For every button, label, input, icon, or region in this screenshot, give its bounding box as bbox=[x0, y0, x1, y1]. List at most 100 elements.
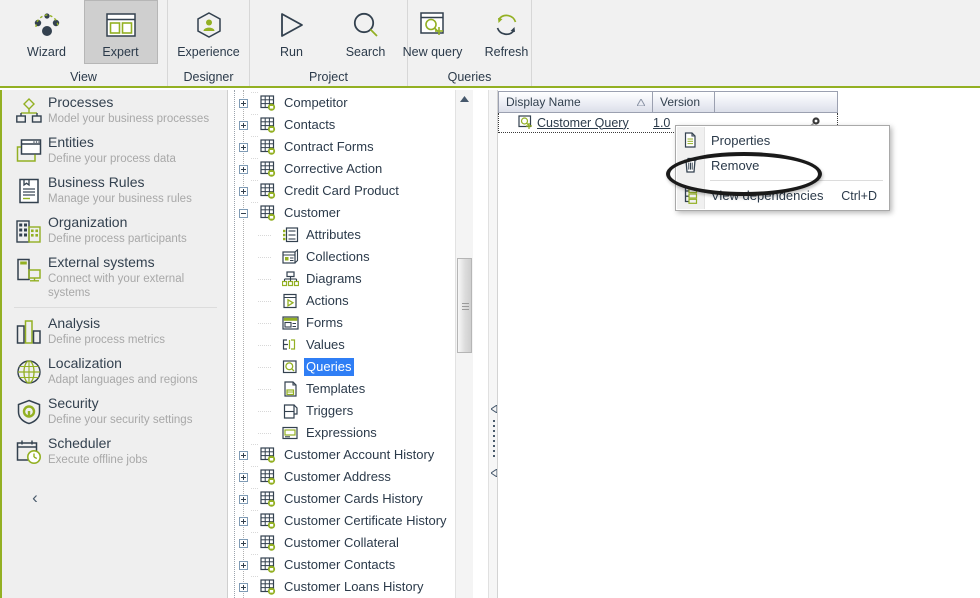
tree-node-customer-loans-history[interactable]: Customer Loans History bbox=[235, 576, 469, 598]
tree-node-values[interactable]: Values bbox=[235, 334, 469, 356]
sidebar-item-analysis[interactable]: Analysis Define process metrics bbox=[2, 311, 227, 351]
sidebar-item-security[interactable]: Security Define your security settings bbox=[2, 391, 227, 431]
tree-connector bbox=[251, 488, 259, 510]
sidebar-item-subtitle: Adapt languages and regions bbox=[48, 374, 198, 386]
tree-node-label: Contract Forms bbox=[284, 139, 374, 154]
tree-connector bbox=[251, 466, 259, 488]
tree-node-label: Templates bbox=[306, 381, 366, 396]
tree-node-actions[interactable]: Actions bbox=[235, 290, 469, 312]
tree-node-customer-collateral[interactable]: Customer Collateral bbox=[235, 532, 469, 554]
tree-node-expressions[interactable]: Expressions bbox=[235, 422, 469, 444]
tree-expander-plus[interactable] bbox=[235, 560, 251, 570]
sort-ascending-icon bbox=[637, 99, 645, 106]
tree-connector bbox=[251, 444, 259, 466]
context-menu-item-properties[interactable]: Properties bbox=[676, 128, 889, 153]
tree-node-customer-contacts[interactable]: Customer Contacts bbox=[235, 554, 469, 576]
tree-expander-plus[interactable] bbox=[235, 516, 251, 526]
ribbon-button-new-query[interactable]: New query bbox=[396, 0, 470, 64]
tree-node-contract-forms[interactable]: Contract Forms bbox=[235, 136, 469, 158]
scrollbar-thumb[interactable] bbox=[457, 258, 472, 353]
tree-node-competitor[interactable]: Competitor bbox=[235, 92, 469, 114]
tree-node-contacts[interactable]: Contacts bbox=[235, 114, 469, 136]
sidebar-item-localization[interactable]: Localization Adapt languages and regions bbox=[2, 351, 227, 391]
tree-expander-plus[interactable] bbox=[235, 142, 251, 152]
ribbon-button-search[interactable]: Search bbox=[329, 0, 403, 64]
tree-expander-plus[interactable] bbox=[235, 582, 251, 592]
tree-node-triggers[interactable]: Triggers bbox=[235, 400, 469, 422]
tree-node-collections[interactable]: Collections bbox=[235, 246, 469, 268]
tree-expander-plus[interactable] bbox=[235, 120, 251, 130]
context-menu-item-remove[interactable]: Remove bbox=[676, 153, 889, 178]
query-name-link[interactable]: Customer Query bbox=[537, 116, 629, 130]
ribbon-button-experience[interactable]: Experience bbox=[172, 0, 246, 64]
tree-expander-plus[interactable] bbox=[235, 186, 251, 196]
sidebar-item-entities[interactable]: Entities Define your process data bbox=[2, 130, 227, 170]
ribbon-group-view: Wizard Expert View bbox=[0, 0, 168, 86]
tree-node-corrective-action[interactable]: Corrective Action bbox=[235, 158, 469, 180]
application-window: Wizard Expert View Experience Designer Run Sea… bbox=[0, 0, 980, 598]
sidebar-item-external-systems[interactable]: External systems Connect with your extern… bbox=[2, 250, 227, 304]
grid-column-header[interactable] bbox=[715, 92, 835, 112]
tree-node-credit-card-product[interactable]: Credit Card Product bbox=[235, 180, 469, 202]
attributes-icon bbox=[281, 226, 300, 244]
organization-icon bbox=[12, 216, 46, 246]
tree-expander-plus[interactable] bbox=[235, 538, 251, 548]
sidebar-item-business-rules[interactable]: Business Rules Manage your business rules bbox=[2, 170, 227, 210]
splitter-collapse-arrow-bottom[interactable] bbox=[490, 468, 498, 477]
tree-node-attributes[interactable]: Attributes bbox=[235, 224, 469, 246]
tree-expander-minus[interactable] bbox=[235, 208, 251, 218]
tree-expander-plus[interactable] bbox=[235, 494, 251, 504]
ribbon-button-run[interactable]: Run bbox=[255, 0, 329, 64]
tree-node-label: Attributes bbox=[306, 227, 361, 242]
grid-cell-display-name[interactable]: Customer Query bbox=[499, 115, 653, 130]
tree-node-forms[interactable]: Forms bbox=[235, 312, 469, 334]
collections-icon bbox=[281, 248, 300, 266]
tree-node-queries[interactable]: Queries bbox=[235, 356, 469, 378]
triggers-icon bbox=[281, 402, 300, 420]
sidebar-item-text: Organization Define process participants bbox=[46, 214, 187, 246]
entity-tree-panel: Competitor Contacts Contract Forms Correcti… bbox=[234, 90, 488, 598]
tree-expander-plus[interactable] bbox=[235, 164, 251, 174]
tree-node-label: Contacts bbox=[284, 117, 336, 132]
sidebar-item-scheduler[interactable]: Scheduler Execute offline jobs bbox=[2, 431, 227, 471]
grid-column-header-display-name[interactable]: Display Name bbox=[499, 92, 653, 112]
grid-column-label: Display Name bbox=[506, 95, 581, 109]
sidebar-collapse-button[interactable]: ‹ bbox=[24, 487, 46, 509]
tree-expander-plus[interactable] bbox=[235, 472, 251, 482]
tree-node-diagrams[interactable]: Diagrams bbox=[235, 268, 469, 290]
grid-column-header-version[interactable]: Version bbox=[653, 92, 715, 112]
templates-icon bbox=[281, 380, 300, 398]
context-menu-item-view-dependencies[interactable]: View dependencies Ctrl+D bbox=[676, 183, 889, 208]
panel-splitter[interactable] bbox=[488, 90, 498, 598]
experience-icon bbox=[195, 6, 223, 44]
run-icon bbox=[279, 6, 305, 44]
tree-connector bbox=[251, 92, 259, 114]
sidebar-item-organization[interactable]: Organization Define process participants bbox=[2, 210, 227, 250]
ribbon-button-label: New query bbox=[402, 45, 463, 59]
navigation-sidebar: Processes Model your business processes En… bbox=[0, 90, 228, 598]
ribbon-groups: Wizard Expert View Experience Designer Run Sea… bbox=[0, 0, 532, 86]
scroll-up-arrow[interactable] bbox=[456, 90, 473, 107]
tree-node-customer[interactable]: Customer bbox=[235, 202, 469, 224]
splitter-collapse-arrow-top[interactable] bbox=[490, 404, 498, 413]
tree-expander-plus[interactable] bbox=[235, 98, 251, 108]
tree-vertical-scrollbar[interactable] bbox=[455, 90, 473, 598]
ribbon-button-wizard[interactable]: Wizard bbox=[10, 0, 84, 64]
sidebar-item-processes[interactable]: Processes Model your business processes bbox=[2, 90, 227, 130]
wizard-icon bbox=[32, 6, 62, 44]
sidebar-item-text: External systems Connect with your extern… bbox=[46, 254, 221, 300]
tree-node-customer-address[interactable]: Customer Address bbox=[235, 466, 469, 488]
sidebar-item-subtitle: Model your business processes bbox=[48, 113, 210, 125]
tree-node-customer-account-history[interactable]: Customer Account History bbox=[235, 444, 469, 466]
tree-node-customer-cards-history[interactable]: Customer Cards History bbox=[235, 488, 469, 510]
entity-icon bbox=[259, 490, 278, 508]
tree-leaf-connector bbox=[257, 322, 273, 324]
ribbon-toolbar: Wizard Expert View Experience Designer Run Sea… bbox=[0, 0, 980, 88]
tree-node-customer-certificate-history[interactable]: Customer Certificate History bbox=[235, 510, 469, 532]
ribbon-button-expert[interactable]: Expert bbox=[83, 0, 158, 64]
ribbon-button-refresh[interactable]: Refresh bbox=[470, 0, 544, 64]
tree-node-templates[interactable]: Templates bbox=[235, 378, 469, 400]
tree-expander-plus[interactable] bbox=[235, 450, 251, 460]
